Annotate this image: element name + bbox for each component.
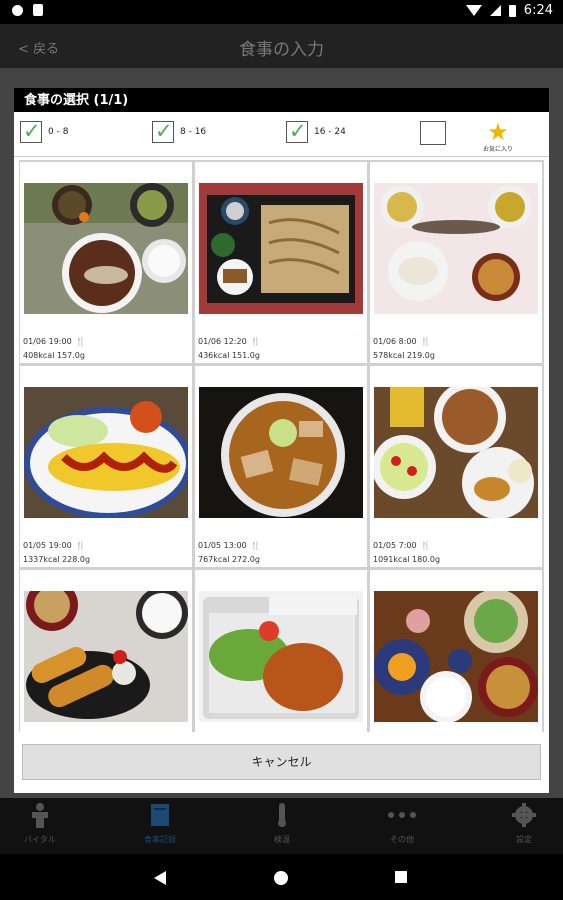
meal-item[interactable]: 01/06 8:00 🍴 578kcal 219.0g [370,162,542,363]
signal-icon [489,5,501,16]
bottom-tab-bar: バイタル 食事記録 検温 その他 設定 [0,798,563,854]
filter-8-16[interactable]: ✓ 8 - 16 [152,119,207,143]
fork-icon: 🍴 [420,541,431,550]
status-bar: 6:24 [0,0,563,24]
filter-favorite[interactable] [420,121,452,145]
tab-label: バイタル [24,835,56,844]
meal-photo [24,591,188,722]
meal-photo [24,387,188,518]
meal-item[interactable] [370,570,542,732]
thermometer-icon [278,803,286,827]
meal-info: 767kcal 272.0g [198,555,260,564]
dialog-title: 食事の選択 (1/1) [14,88,549,112]
recents-icon[interactable] [394,870,408,884]
meal-item[interactable]: 01/05 19:00 🍴 1337kcal 228.0g [20,366,192,567]
notebook-icon [151,804,169,826]
back-icon[interactable] [152,870,168,886]
app-bar: < 戻る 食事の入力 [0,24,563,68]
tab-label: 検温 [274,835,290,844]
tab-temperature[interactable]: 検温 [242,802,322,845]
meal-photo [24,183,188,314]
person-icon [32,803,48,828]
tab-vital[interactable]: バイタル [0,802,80,845]
filter-bar: ✓ 0 - 8 ✓ 8 - 16 ✓ 16 - 24 ★ お気に入り [14,112,549,157]
meal-info: 578kcal 219.0g [373,351,435,360]
meal-info: 408kcal 157.0g [23,351,85,360]
meal-info: 436kcal 151.0g [198,351,260,360]
meal-select-dialog: 食事の選択 (1/1) ✓ 0 - 8 ✓ 8 - 16 ✓ 16 - 24 ★… [14,88,549,793]
fork-icon: 🍴 [250,541,261,550]
notification-icon [12,4,23,16]
meal-time: 01/05 13:00 [198,541,247,550]
meal-item[interactable] [195,570,367,732]
meal-photo [199,591,363,722]
filter-label: 8 - 16 [180,127,207,137]
sd-card-icon [33,4,43,16]
meal-time: 01/05 7:00 [373,541,417,550]
filter-label: 0 - 8 [48,127,69,137]
meal-info: 1091kcal 180.0g [373,555,441,564]
fork-icon: 🍴 [250,337,261,346]
meal-grid: 01/06 19:00 🍴 408kcal 157.0g 01/06 12:20 🍴 4… [19,160,544,732]
battery-icon [508,4,516,17]
meal-photo [199,183,363,314]
check-icon: ✓ [155,119,173,143]
meal-photo [374,387,538,518]
checkbox-favorite[interactable] [420,121,446,145]
tab-label: その他 [390,835,414,844]
checkbox-0-8[interactable]: ✓ [20,119,42,143]
checkbox-16-24[interactable]: ✓ [286,119,308,143]
status-time: 6:24 [523,3,553,18]
fork-icon: 🍴 [75,337,86,346]
check-icon: ✓ [23,119,41,143]
gear-icon [512,803,536,827]
meal-time: 01/05 19:00 [23,541,72,550]
star-icon: ★ [487,118,509,146]
meal-info: 1337kcal 228.0g [23,555,91,564]
meal-photo [374,183,538,314]
home-icon[interactable] [273,870,289,886]
meal-item[interactable]: 01/05 7:00 🍴 1091kcal 180.0g [370,366,542,567]
meal-photo [374,591,538,722]
tab-label: 食事記録 [144,835,176,844]
meal-time: 01/06 8:00 [373,337,417,346]
meal-item[interactable]: 01/05 13:00 🍴 767kcal 272.0g [195,366,367,567]
meal-photo [199,387,363,518]
android-nav-bar [0,854,563,900]
filter-16-24[interactable]: ✓ 16 - 24 [286,119,346,143]
wifi-icon [465,5,482,16]
meal-item[interactable]: 01/06 12:20 🍴 436kcal 151.0g [195,162,367,363]
tab-meal-record[interactable]: 食事記録 [120,802,200,845]
fork-icon: 🍴 [75,541,86,550]
tab-settings[interactable]: 設定 [484,802,563,845]
tab-label: 設定 [516,835,532,844]
meal-item[interactable] [20,570,192,732]
check-icon: ✓ [289,119,307,143]
cancel-button[interactable]: キャンセル [22,744,541,780]
meal-time: 01/06 12:20 [198,337,247,346]
fork-icon: 🍴 [420,337,431,346]
filter-0-8[interactable]: ✓ 0 - 8 [20,119,69,143]
more-icon [388,812,416,818]
meal-time: 01/06 19:00 [23,337,72,346]
meal-item[interactable]: 01/06 19:00 🍴 408kcal 157.0g [20,162,192,363]
filter-label: 16 - 24 [314,127,346,137]
page-title: 食事の入力 [239,40,324,60]
favorite-filter[interactable]: ★ お気に入り [468,120,528,153]
checkbox-8-16[interactable]: ✓ [152,119,174,143]
tab-other[interactable]: その他 [362,802,442,845]
favorite-label: お気に入り [482,146,513,153]
